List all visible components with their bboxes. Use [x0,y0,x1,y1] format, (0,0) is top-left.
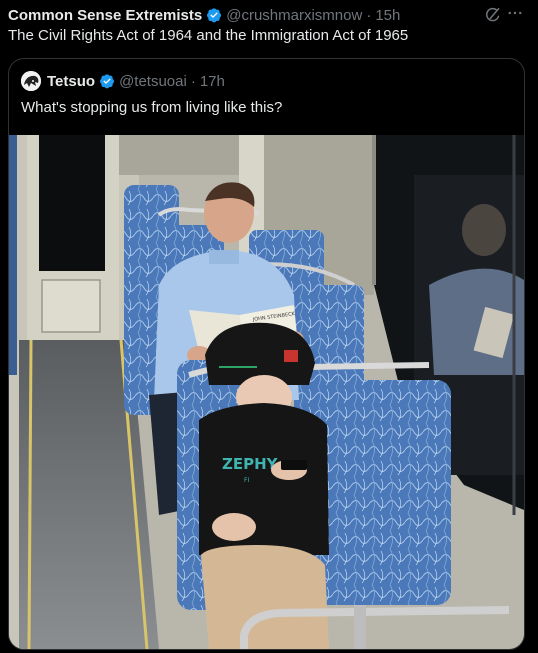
shirt-subtext: FI [244,477,249,484]
verified-badge-icon [100,74,115,89]
author-name[interactable]: Common Sense Extremists [8,7,202,24]
separator-dot: · [190,72,196,90]
tweet-header: Common Sense Extremists @crushmarxismnow… [8,6,400,24]
more-options-icon[interactable] [506,4,524,22]
quoted-tweet-text: What's stopping us from living like this… [21,99,283,116]
tweet-time[interactable]: 15h [375,7,400,24]
quoted-author-handle[interactable]: @tetsuoai [119,73,187,90]
tweet-photo[interactable]: JOHN STEINBECK ZEPHY FI [9,135,524,649]
quoted-tweet[interactable]: Tetsuo @tetsuoai · 17h What's stopping u… [8,58,525,650]
author-handle[interactable]: @crushmarxismnow [226,7,362,24]
tweet-text: The Civil Rights Act of 1964 and the Imm… [8,27,409,44]
separator-dot: · [366,6,372,24]
grok-icon[interactable] [484,6,502,24]
quoted-tweet-time[interactable]: 17h [200,73,225,90]
quoted-tweet-header: Tetsuo @tetsuoai · 17h [21,71,225,91]
tweet: Common Sense Extremists @crushmarxismnow… [0,0,538,653]
quoted-author-name[interactable]: Tetsuo [47,73,95,90]
train-interior-photo: JOHN STEINBECK ZEPHY FI [9,135,524,649]
avatar[interactable] [21,71,41,91]
verified-badge-icon [207,8,222,23]
shirt-text: ZEPHY [222,455,279,473]
